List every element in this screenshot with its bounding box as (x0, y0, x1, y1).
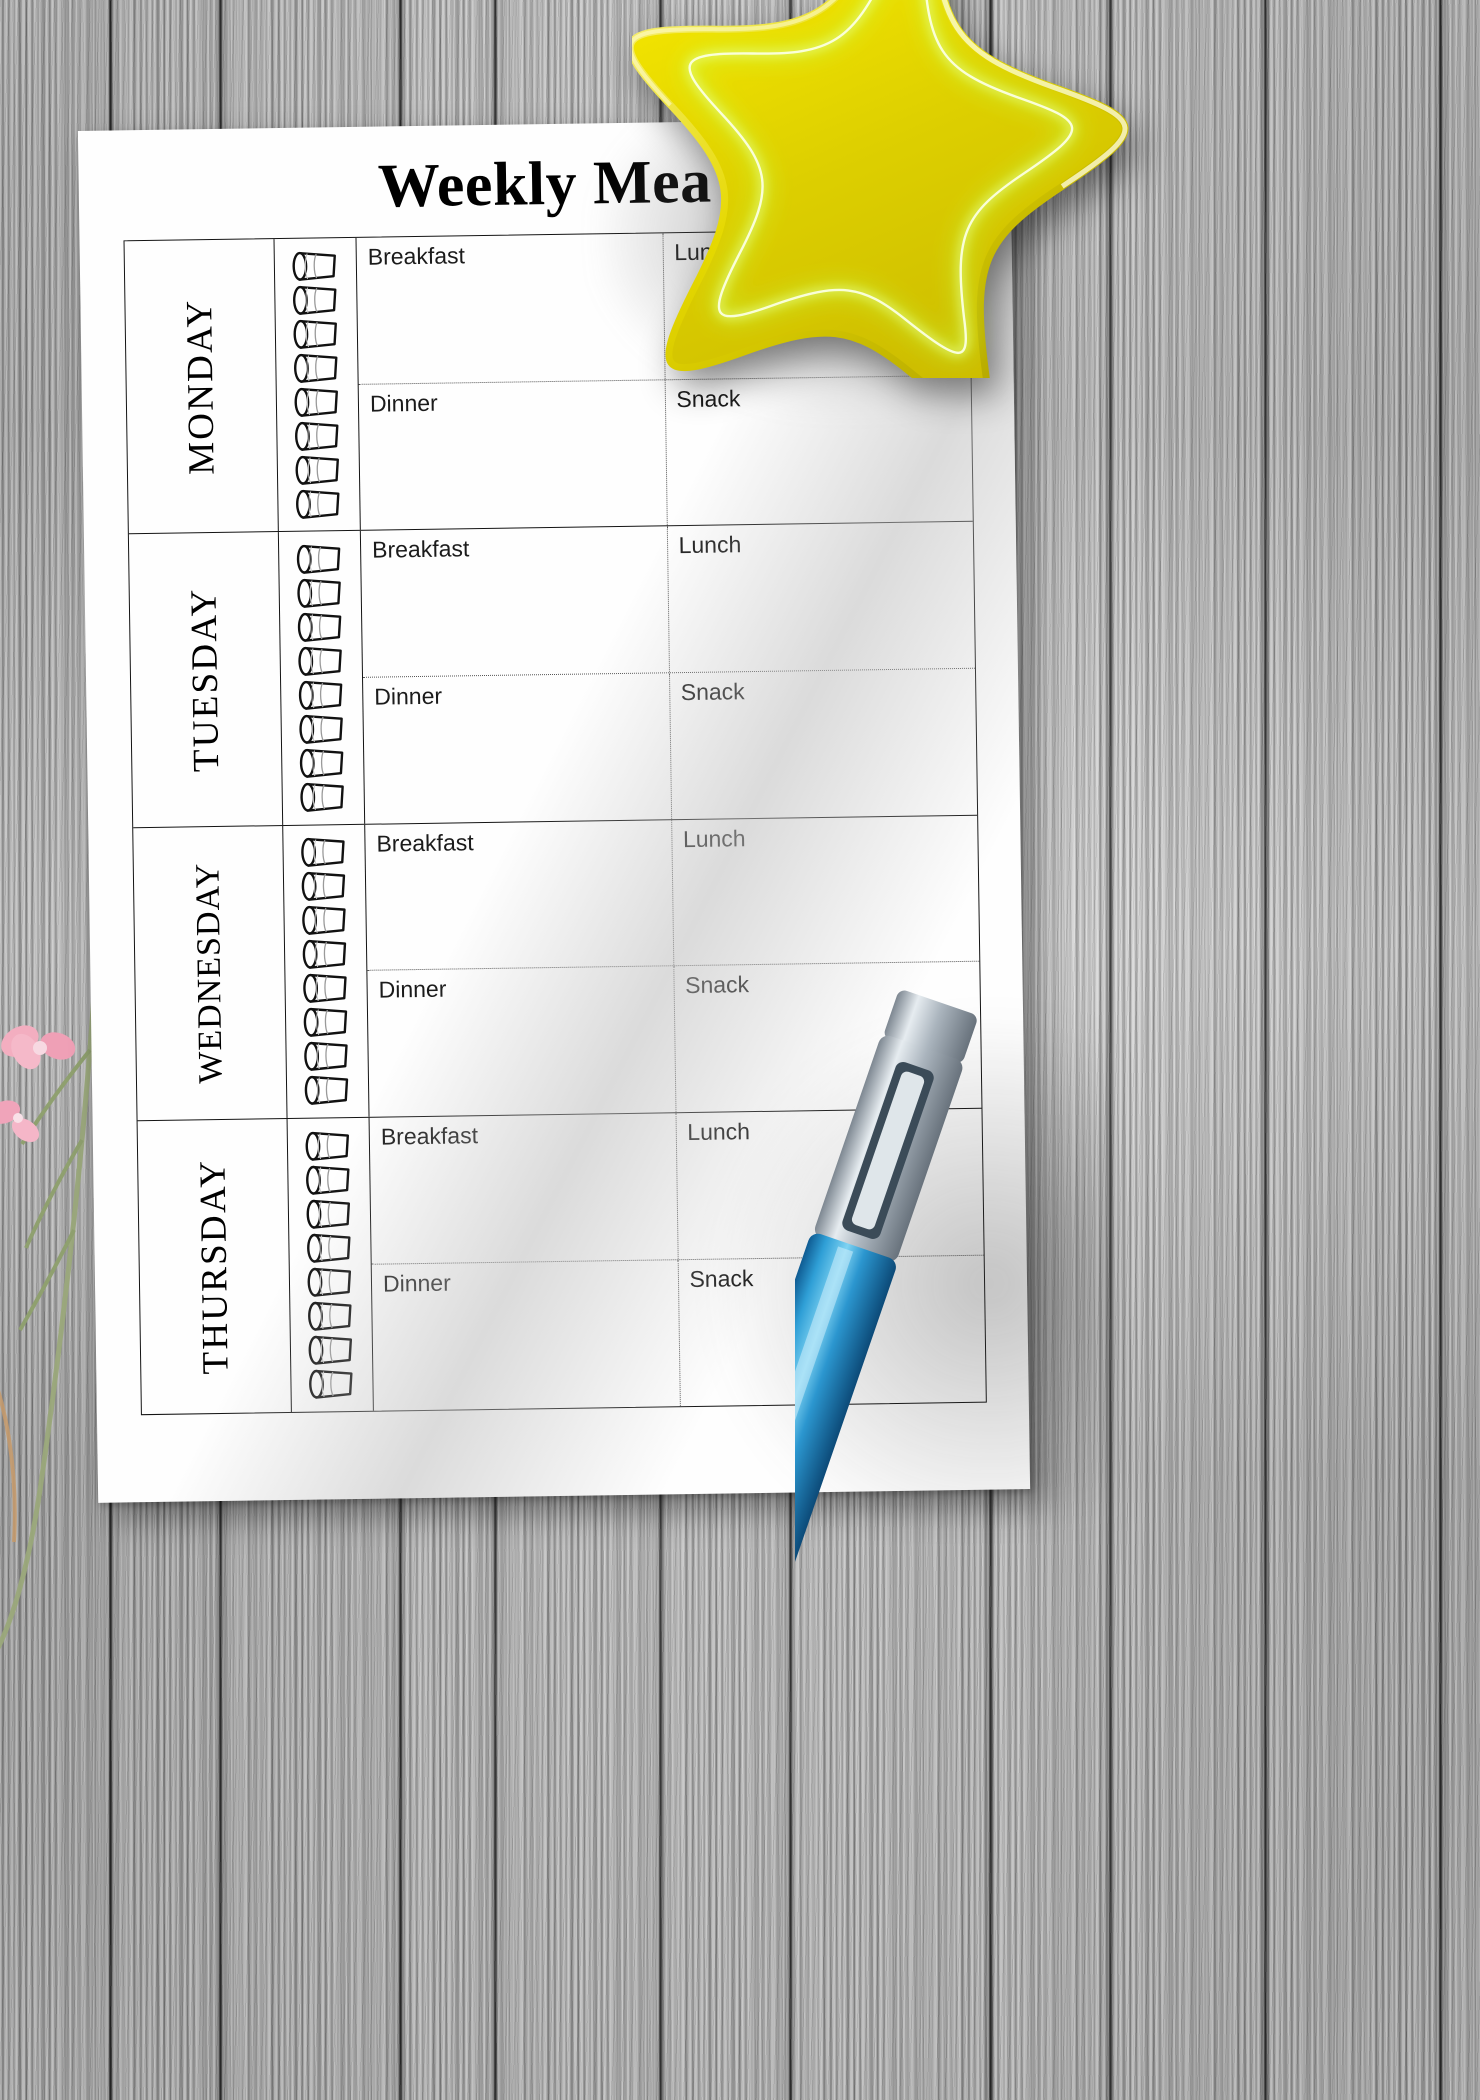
meal-label-dinner: Dinner (369, 389, 438, 417)
meal-input-breakfast[interactable]: Breakfast (360, 526, 670, 677)
water-glass-icon[interactable] (289, 317, 343, 351)
water-glass-icon[interactable] (298, 903, 352, 937)
water-glass-icon[interactable] (289, 283, 343, 317)
water-glass-icon[interactable] (305, 1367, 359, 1401)
meal-input-breakfast[interactable]: Breakfast (365, 819, 674, 970)
water-tracker-cell (274, 237, 361, 532)
meal-input-dinner[interactable]: Dinner (367, 966, 676, 1117)
meal-label-lunch: Lunch (678, 531, 742, 559)
meal-input-dinner[interactable]: Dinner (358, 379, 668, 531)
meal-input-dinner[interactable]: Dinner (371, 1260, 681, 1411)
ballpoint-pen-icon (795, 990, 977, 1571)
water-glass-icon[interactable] (298, 937, 352, 971)
water-glass-icon[interactable] (293, 542, 347, 576)
meal-row: Breakfast Lunch (360, 522, 975, 678)
water-glass-icon[interactable] (300, 1039, 354, 1073)
water-glass-icon[interactable] (297, 869, 351, 903)
water-glass-icon[interactable] (291, 453, 345, 487)
meal-input-lunch[interactable]: Lunch (672, 815, 980, 965)
water-glass-icon[interactable] (299, 1005, 353, 1039)
planner-day-row: TUESDAY Breakfast Lunch Dinner Snack (128, 522, 978, 828)
water-tracker-cell (287, 1117, 374, 1412)
water-glass-icon[interactable] (297, 835, 351, 869)
day-name-cell: TUESDAY (128, 532, 284, 827)
water-glass-icon[interactable] (302, 1197, 356, 1231)
meal-row: Breakfast Lunch (365, 815, 980, 971)
day-name-cell: MONDAY (124, 239, 279, 534)
meal-input-snack[interactable]: Snack (665, 375, 973, 525)
meal-input-lunch[interactable]: Lunch (667, 522, 975, 672)
water-glass-icon[interactable] (295, 712, 349, 746)
water-tracker-cell (278, 531, 366, 825)
water-glass-icon[interactable] (294, 644, 348, 678)
water-glass-icon[interactable] (290, 385, 344, 419)
water-glass-icon[interactable] (304, 1333, 358, 1367)
day-name-label: WEDNESDAY (189, 861, 230, 1084)
day-name-label: MONDAY (179, 297, 223, 475)
water-glass-icon[interactable] (288, 249, 342, 283)
meal-label-lunch: Lunch (682, 824, 746, 852)
meal-label-breakfast: Breakfast (371, 535, 470, 563)
water-glass-icon[interactable] (292, 487, 346, 521)
water-glass-icon[interactable] (296, 780, 350, 814)
meal-input-dinner[interactable]: Dinner (363, 673, 672, 824)
water-glass-icon[interactable] (294, 610, 348, 644)
water-glass-icon[interactable] (302, 1163, 356, 1197)
day-name-cell: THURSDAY (137, 1118, 292, 1415)
meal-label-dinner: Dinner (378, 975, 447, 1003)
water-glass-icon[interactable] (295, 678, 349, 712)
day-name-cell: WEDNESDAY (133, 825, 288, 1120)
meal-input-snack[interactable]: Snack (669, 669, 977, 819)
water-glass-icon[interactable] (303, 1265, 357, 1299)
water-glass-icon[interactable] (296, 746, 350, 780)
day-name-label: TUESDAY (183, 586, 228, 773)
day-name-label: THURSDAY (192, 1158, 237, 1375)
neon-star-icon (632, 0, 1129, 378)
meal-label-breakfast: Breakfast (367, 242, 466, 270)
meal-row: Dinner Snack (363, 669, 977, 824)
meal-row: Dinner Snack (358, 375, 973, 531)
meal-label-breakfast: Breakfast (380, 1121, 479, 1150)
water-glass-icon[interactable] (290, 351, 344, 385)
meal-label-snack: Snack (680, 678, 745, 705)
water-tracker-cell (283, 824, 370, 1118)
meal-grid: Breakfast Lunch Dinner Snack (360, 522, 977, 824)
water-glass-icon[interactable] (301, 1129, 355, 1163)
water-glass-icon[interactable] (303, 1231, 357, 1265)
water-glass-icon[interactable] (293, 576, 347, 610)
water-glass-icon[interactable] (304, 1299, 358, 1333)
meal-label-snack: Snack (676, 384, 741, 412)
meal-label-dinner: Dinner (382, 1269, 451, 1297)
water-glass-icon[interactable] (299, 971, 353, 1005)
water-glass-icon[interactable] (291, 419, 345, 453)
water-glass-icon[interactable] (300, 1073, 354, 1107)
meal-input-breakfast[interactable]: Breakfast (356, 233, 666, 384)
meal-label-dinner: Dinner (374, 682, 443, 710)
meal-label-breakfast: Breakfast (376, 828, 474, 857)
meal-input-breakfast[interactable]: Breakfast (369, 1112, 679, 1264)
